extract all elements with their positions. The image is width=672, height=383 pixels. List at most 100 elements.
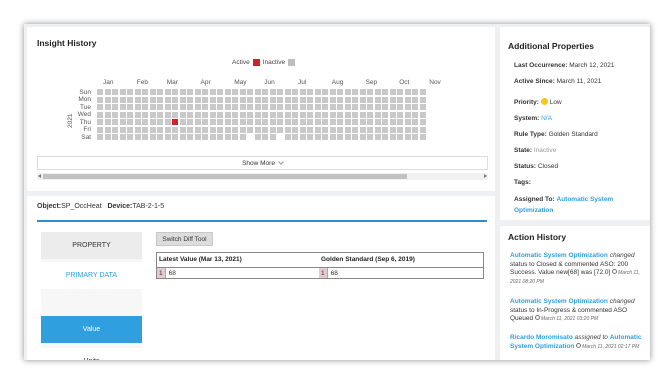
heatmap-cell (404, 134, 411, 140)
heatmap-cell (352, 104, 358, 110)
heatmap-cell (239, 111, 246, 118)
tab-units[interactable]: Units (41, 348, 142, 360)
heatmap-cell (194, 89, 201, 95)
tab-value[interactable]: Value (41, 316, 142, 343)
heatmap-cell (412, 89, 418, 95)
heatmap-cell (187, 111, 193, 118)
heatmap-cell (389, 104, 396, 110)
device-value: TAB-2-1-5 (132, 203, 165, 210)
action-verb: changed (609, 252, 635, 259)
rule-type-label: Rule Type: (514, 131, 547, 138)
heatmap-cell (134, 134, 141, 140)
object-device-line: Object:SP_OccHeat Device:TAB-2-1-5 (37, 203, 164, 210)
heatmap-cell (389, 119, 396, 125)
heatmap-cell (262, 96, 268, 103)
legend-inactive-label: Inactive (262, 59, 286, 66)
heatmap-cell (382, 134, 388, 140)
assigned-to-link[interactable]: Automatic System (557, 196, 614, 203)
tab-primary-data[interactable]: PRIMARY DATA (41, 262, 142, 289)
heatmap-cell (164, 89, 171, 95)
heatmap-cell (232, 96, 238, 103)
scroll-left-arrow-icon[interactable] (38, 174, 41, 178)
action-entry: Ricardo Moromisato assigned to Automatic… (510, 334, 642, 351)
action-actor-link[interactable]: Automatic System Optimization (510, 252, 608, 259)
heatmap-cell (367, 119, 373, 125)
month-label: Nov (429, 79, 441, 86)
heatmap-cell (149, 111, 156, 118)
heatmap-cell (262, 104, 268, 110)
heatmap-cell (382, 89, 388, 95)
heatmap-cell (179, 104, 186, 110)
heatmap-cell (359, 104, 366, 110)
additional-properties-panel: Additional Properties Last Occurrence: M… (500, 27, 650, 220)
diff-table: Latest Value (Mar 13, 2021) Golden Stand… (156, 252, 484, 279)
scrollbar-thumb[interactable] (43, 174, 407, 179)
heatmap-cell (359, 119, 366, 125)
golden-standard-header: Golden Standard (Sep 6, 2019) (321, 256, 415, 263)
heatmap-cell (187, 96, 193, 103)
heatmap-cell (127, 126, 133, 133)
switch-diff-tool-button[interactable]: Switch Diff Tool (156, 232, 213, 246)
heatmap-cell (344, 126, 351, 133)
heatmap-cell (329, 134, 336, 140)
heatmap-cell (412, 126, 418, 133)
heatmap-cell (149, 126, 156, 133)
heatmap-cell (322, 111, 328, 118)
action-text: status to Closed & commented ASO: 200 Su… (510, 260, 629, 277)
heatmap-cell (314, 104, 321, 110)
heatmap-cell (157, 96, 163, 103)
heatmap-cell (292, 119, 298, 125)
month-label: Apr (200, 79, 211, 86)
action-timestamp: March 11, 2021 03:20 PM (540, 316, 599, 322)
heatmap-cell (224, 126, 231, 133)
day-label: Wed (77, 111, 91, 118)
priority: Priority: Low (514, 98, 562, 106)
action-actor-link[interactable]: Automatic System Optimization (510, 298, 608, 305)
scroll-right-arrow-icon[interactable] (484, 174, 487, 178)
heatmap-cell (97, 134, 103, 140)
heatmap-cell (322, 104, 328, 110)
line-number: 1 (157, 268, 166, 278)
action-actor-link[interactable]: Ricardo Moromisato (510, 334, 573, 341)
heatmap-cell (359, 96, 366, 103)
heatmap-cell (254, 89, 261, 95)
heatmap-cell (367, 126, 373, 133)
status-label: Status: (514, 163, 537, 170)
device-label: Device: (107, 203, 133, 210)
last-occurrence-label: Last Occurrence: (514, 62, 568, 69)
heatmap-cell (157, 111, 163, 118)
heatmap-cell (224, 134, 231, 140)
heatmap-cell (112, 126, 118, 133)
system-link[interactable]: N/A (541, 115, 552, 122)
heatmap-cell (344, 96, 351, 103)
heatmap-cell (97, 104, 103, 110)
chevron-down-icon (278, 159, 284, 165)
heatmap-cell (217, 134, 223, 140)
golden-standard-line: 1 68 (319, 268, 338, 278)
heatmap-cell (119, 126, 126, 133)
heatmap-cell (97, 119, 103, 125)
heatmap-cell (217, 126, 223, 133)
clock-icon (534, 315, 540, 320)
heatmap-cell (307, 96, 313, 103)
heatmap-cell (112, 89, 118, 95)
active-since: Active Since: March 11, 2021 (514, 78, 601, 85)
heatmap-cell (419, 96, 426, 103)
heatmap-cell (97, 96, 103, 103)
heatmap-cell (127, 111, 133, 118)
heatmap-cell (134, 104, 141, 110)
heatmap-cell (232, 119, 238, 125)
month-label: Jul (298, 79, 307, 86)
heatmap-cell (389, 134, 396, 140)
assigned-to-link-cont[interactable]: Optimization (514, 207, 553, 214)
show-more-button[interactable]: Show More (37, 156, 488, 170)
heatmap-cell (352, 119, 358, 125)
horizontal-scrollbar[interactable] (37, 173, 488, 180)
heatmap-cell (284, 134, 291, 140)
heatmap-cell (269, 119, 276, 125)
heatmap-cell (224, 111, 231, 118)
heatmap-cell (232, 134, 238, 140)
heatmap-cell (374, 104, 381, 110)
heatmap-cell (382, 119, 388, 125)
action-verb: changed (609, 298, 635, 305)
